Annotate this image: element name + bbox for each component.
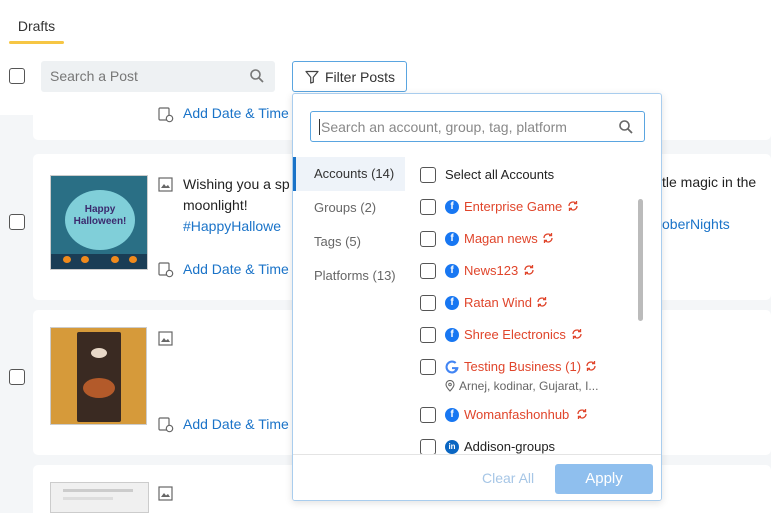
filter-search-input[interactable]: Search an account, group, tag, platform [310, 111, 645, 142]
account-location-text: Arnej, kodinar, Gujarat, I... [459, 379, 599, 393]
calendar-clock-icon [158, 417, 174, 438]
add-date-time-link[interactable]: Add Date & Time [183, 416, 289, 432]
account-checkbox[interactable] [420, 359, 436, 375]
select-all-accounts-checkbox[interactable] [420, 167, 436, 183]
category-groups[interactable]: Groups (2) [293, 191, 405, 225]
tab-drafts-label: Drafts [17, 18, 56, 34]
tab-active-indicator [9, 41, 64, 44]
post-text-right: tle magic in the [662, 174, 757, 190]
tab-drafts[interactable]: Drafts [9, 16, 64, 44]
account-item[interactable]: in Addison-groups [405, 435, 645, 454]
category-tags[interactable]: Tags (5) [293, 225, 405, 259]
account-checkbox[interactable] [420, 231, 436, 247]
post-hashtag[interactable]: #HappyHallowe [183, 218, 281, 234]
linkedin-icon: in [445, 440, 459, 454]
account-item[interactable]: f Shree Electronics [405, 323, 645, 347]
thumb-caption: Happy Halloween! [73, 204, 127, 227]
account-name: Ratan Wind [464, 295, 532, 310]
account-checkbox[interactable] [420, 439, 436, 454]
search-post-input[interactable]: Search a Post [41, 61, 275, 92]
reconnect-icon[interactable] [570, 327, 584, 346]
google-icon [445, 360, 459, 374]
facebook-icon: f [445, 296, 459, 310]
filter-icon [305, 70, 319, 89]
accounts-list-scrollbar[interactable] [638, 199, 643, 321]
facebook-icon: f [445, 264, 459, 278]
post-text: Wishing you a sp moonlight! #HappyHallow… [183, 174, 290, 237]
facebook-icon: f [445, 200, 459, 214]
post-thumbnail-image [50, 327, 147, 425]
accounts-list[interactable]: Select all Accounts f Enterprise Game f … [405, 157, 661, 454]
account-name: Testing Business (1) [464, 359, 582, 374]
filter-dropdown: Search an account, group, tag, platform … [292, 93, 662, 501]
account-checkbox[interactable] [420, 327, 436, 343]
account-name: Womanfashonhub [464, 407, 570, 422]
reconnect-icon[interactable] [522, 263, 536, 282]
account-item[interactable]: f Womanfashonhub [405, 403, 645, 427]
account-name: Enterprise Game [464, 199, 563, 214]
post-thumbnail-image [50, 482, 149, 513]
calendar-clock-icon [158, 107, 174, 128]
account-item[interactable]: f Ratan Wind [405, 291, 645, 315]
select-all-accounts[interactable]: Select all Accounts [405, 163, 645, 187]
select-all-posts-checkbox[interactable] [9, 68, 25, 84]
account-name: Shree Electronics [464, 327, 566, 342]
account-item[interactable]: f Enterprise Game [405, 195, 645, 219]
search-icon [618, 119, 634, 140]
filter-posts-label: Filter Posts [325, 69, 396, 85]
add-date-time-link[interactable]: Add Date & Time [183, 105, 289, 121]
category-accounts[interactable]: Accounts (14) [293, 157, 405, 191]
image-icon [158, 486, 173, 506]
account-checkbox[interactable] [420, 407, 436, 423]
search-post-placeholder: Search a Post [50, 68, 138, 84]
reconnect-icon[interactable] [584, 359, 598, 378]
calendar-clock-icon [158, 262, 174, 283]
filter-footer: Clear All Apply [293, 454, 661, 500]
location-pin-icon [445, 379, 455, 395]
account-location: Arnej, kodinar, Gujarat, I... [445, 379, 598, 395]
select-all-accounts-label: Select all Accounts [445, 167, 555, 182]
account-checkbox[interactable] [420, 295, 436, 311]
account-item[interactable]: f Magan news [405, 227, 645, 251]
facebook-icon: f [445, 232, 459, 246]
post-checkbox[interactable] [9, 369, 25, 385]
post-thumbnail-image: Happy Halloween! [50, 175, 148, 270]
apply-button[interactable]: Apply [555, 464, 653, 494]
account-name: Magan news [464, 231, 538, 246]
category-platforms[interactable]: Platforms (13) [293, 259, 405, 293]
account-checkbox[interactable] [420, 263, 436, 279]
add-date-time-link[interactable]: Add Date & Time [183, 261, 289, 277]
account-checkbox[interactable] [420, 199, 436, 215]
post-checkbox[interactable] [9, 214, 25, 230]
filter-search-placeholder: Search an account, group, tag, platform [319, 119, 567, 135]
search-icon [249, 68, 265, 89]
post-text-line1: Wishing you a sp [183, 176, 290, 192]
post-hashtag-right[interactable]: oberNights [662, 216, 730, 232]
reconnect-icon[interactable] [541, 231, 555, 250]
account-name: News123 [464, 263, 519, 278]
image-icon [158, 331, 173, 351]
clear-all-button[interactable]: Clear All [482, 470, 534, 486]
facebook-icon: f [445, 408, 459, 422]
image-icon [158, 177, 173, 197]
account-name: Addison-groups [464, 439, 556, 454]
filter-posts-button[interactable]: Filter Posts [292, 61, 407, 92]
facebook-icon: f [445, 328, 459, 342]
reconnect-icon[interactable] [575, 407, 589, 426]
reconnect-icon[interactable] [535, 295, 549, 314]
account-item[interactable]: f News123 [405, 259, 645, 283]
post-text-line2: moonlight! [183, 197, 248, 213]
account-item[interactable]: Testing Business (1) Arnej, kodinar, Guj… [405, 355, 645, 395]
reconnect-icon[interactable] [566, 199, 580, 218]
